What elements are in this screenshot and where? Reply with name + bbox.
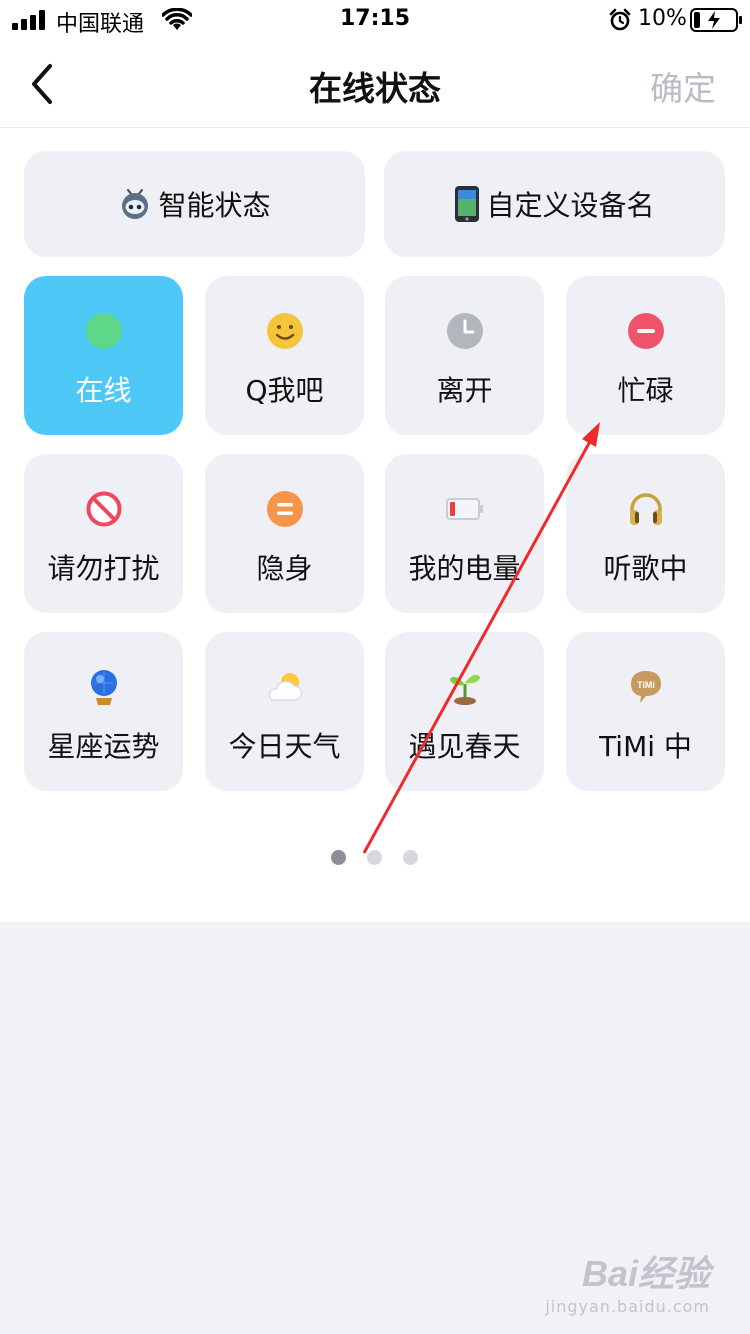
headphones-icon: [630, 493, 662, 525]
status-label-my-battery: 我的电量: [408, 552, 521, 585]
partly-cloudy-icon: [268, 673, 303, 701]
sprout-icon: [450, 674, 480, 705]
status-bar: 中国联通 17:15 10%: [0, 0, 750, 40]
confirm-button[interactable]: 确定: [650, 62, 716, 110]
status-tile-invisible[interactable]: 隐身: [205, 454, 364, 613]
custom-device-name-label: 自定义设备名: [486, 189, 655, 222]
clock-icon: [447, 313, 483, 349]
alarm-icon: [609, 8, 631, 31]
status-tile-listening[interactable]: 听歌中: [566, 454, 725, 613]
status-tile-q-me[interactable]: Q我吧: [205, 276, 364, 435]
status-tile-spring[interactable]: 遇见春天: [385, 632, 544, 791]
status-tile-do-not-disturb[interactable]: 请勿打扰: [24, 454, 183, 613]
status-tile-busy[interactable]: 忙碌: [566, 276, 725, 435]
smart-status-label: 智能状态: [158, 189, 271, 222]
status-label-online: 在线: [75, 374, 132, 407]
status-label-spring: 遇见春天: [408, 730, 521, 763]
watermark: Bai经验 jingyan.baidu.com: [545, 1245, 710, 1316]
smiley-icon: [267, 313, 303, 349]
custom-device-name-button[interactable]: 自定义设备名: [384, 151, 725, 257]
status-label-away: 离开: [436, 374, 493, 407]
no-entry-icon: [86, 491, 122, 527]
status-label-invisible: 隐身: [256, 552, 313, 585]
status-tile-away[interactable]: 离开: [385, 276, 544, 435]
status-label-timi: TiMi 中: [599, 730, 692, 763]
status-tile-timi[interactable]: TiMi TiMi 中: [566, 632, 725, 791]
battery-low-icon: [446, 498, 483, 520]
navigation-bar: 在线状态 确定: [0, 40, 750, 128]
timi-icon-text: TiMi: [637, 680, 655, 690]
status-tile-horoscope[interactable]: 星座运势: [24, 632, 183, 791]
status-label-q-me: Q我吧: [245, 374, 324, 407]
status-label-weather: 今日天气: [228, 730, 341, 763]
pager-dot-2[interactable]: [367, 850, 382, 865]
status-label-busy: 忙碌: [617, 374, 674, 407]
minus-icon: [628, 313, 664, 349]
status-label-horoscope: 星座运势: [47, 730, 160, 763]
phone-icon: [455, 186, 480, 222]
battery-charging-icon: [690, 8, 742, 32]
status-label-do-not-disturb: 请勿打扰: [47, 552, 160, 585]
robot-icon: [122, 189, 149, 219]
smart-status-button[interactable]: 智能状态: [24, 151, 365, 257]
pager-dot-1[interactable]: [331, 850, 346, 865]
green-dot-icon: [86, 313, 122, 349]
equals-icon: [267, 491, 303, 527]
crystal-ball-icon: [91, 670, 117, 705]
status-label-listening: 听歌中: [603, 552, 688, 585]
status-tile-weather[interactable]: 今日天气: [205, 632, 364, 791]
page-title: 在线状态: [309, 69, 441, 108]
battery-percent: 10%: [638, 6, 687, 31]
status-tile-online[interactable]: 在线: [24, 276, 183, 435]
status-tile-my-battery[interactable]: 我的电量: [385, 454, 544, 613]
watermark-logo: Bai经验: [581, 1253, 710, 1294]
watermark-url: jingyan.baidu.com: [545, 1297, 710, 1316]
timi-icon: TiMi: [631, 671, 661, 703]
pager-dot-3[interactable]: [403, 850, 418, 865]
